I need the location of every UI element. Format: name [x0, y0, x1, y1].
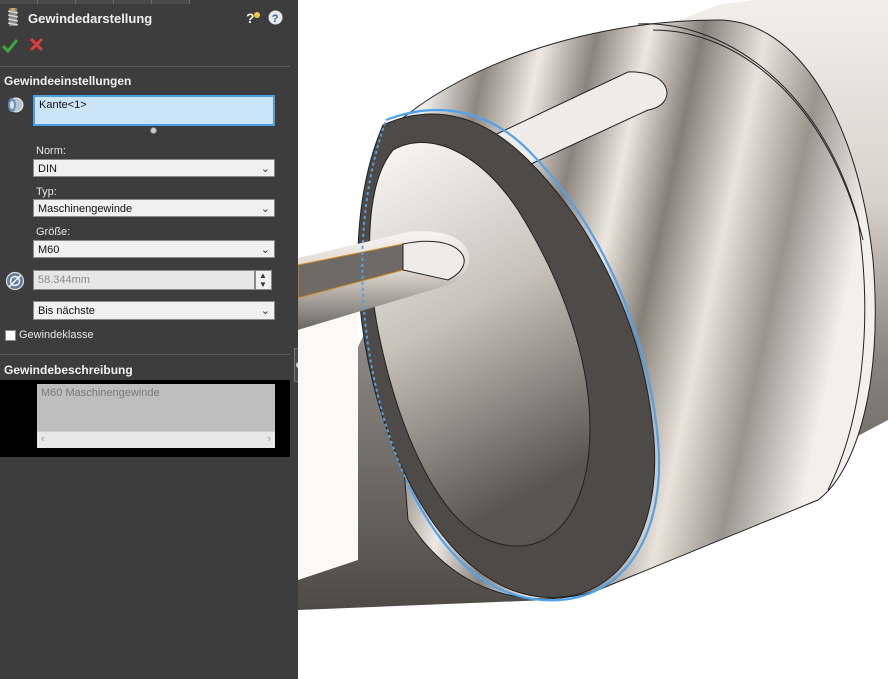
- thread-class-checkbox[interactable]: [5, 330, 16, 341]
- edge-selection-icon: [5, 96, 25, 114]
- typ-select[interactable]: Maschinengewinde ⌄: [33, 199, 275, 217]
- spin-up-icon[interactable]: ▲: [259, 271, 267, 280]
- groesse-select-value: M60: [38, 244, 60, 256]
- panel-title: Gewindedarstellung: [28, 11, 153, 26]
- ok-check-icon[interactable]: [1, 37, 19, 54]
- edge-selection-box[interactable]: Kante<1>: [33, 95, 275, 126]
- norm-select[interactable]: DIN ⌄: [33, 159, 275, 177]
- end-condition-select[interactable]: Bis nächste ⌄: [33, 301, 275, 320]
- cad-model-render[interactable]: [298, 0, 888, 679]
- spin-down-icon[interactable]: ▼: [259, 280, 267, 289]
- typ-select-value: Maschinengewinde: [38, 203, 133, 215]
- diameter-value: 58.344mm: [38, 274, 90, 286]
- end-condition-value: Bis nächste: [38, 305, 95, 317]
- chevron-down-icon: ⌄: [260, 305, 270, 317]
- diameter-icon: [5, 271, 25, 291]
- norm-label: Norm:: [36, 145, 66, 157]
- cancel-x-icon[interactable]: [29, 37, 44, 52]
- edge-selection-value: Kante<1>: [39, 99, 87, 111]
- property-manager-panel: Gewindedarstellung ? ? Gewindeeinstellun…: [0, 0, 298, 679]
- description-scrollbar[interactable]: ‹ ›: [37, 431, 275, 448]
- thread-feature-icon: [6, 8, 20, 26]
- scroll-right-icon[interactable]: ›: [267, 433, 271, 445]
- diameter-field[interactable]: 58.344mm: [33, 270, 255, 290]
- typ-label: Typ:: [36, 186, 57, 198]
- groesse-label: Größe:: [36, 226, 71, 238]
- norm-select-value: DIN: [38, 163, 57, 175]
- scroll-left-icon[interactable]: ‹: [41, 433, 45, 445]
- svg-text:?: ?: [272, 13, 279, 25]
- description-heading: Gewindebeschreibung: [4, 363, 133, 377]
- panel-tabs: [0, 0, 298, 4]
- diameter-spinner[interactable]: ▲ ▼: [255, 270, 272, 290]
- chevron-down-icon: ⌄: [260, 203, 270, 215]
- settings-heading: Gewindeeinstellungen: [4, 74, 132, 88]
- help-bulb-icon[interactable]: ?: [245, 10, 261, 26]
- description-value: M60 Maschinengewinde: [41, 387, 160, 399]
- svg-text:?: ?: [246, 10, 255, 26]
- graphics-viewport[interactable]: [298, 0, 888, 679]
- chevron-down-icon: ⌄: [260, 163, 270, 175]
- chevron-down-icon: ⌄: [260, 244, 270, 256]
- description-textbox[interactable]: M60 Maschinengewinde: [37, 384, 275, 431]
- resize-handle-icon[interactable]: [150, 127, 157, 134]
- groesse-select[interactable]: M60 ⌄: [33, 240, 275, 258]
- help-icon[interactable]: ?: [268, 10, 283, 25]
- thread-class-label: Gewindeklasse: [19, 329, 94, 341]
